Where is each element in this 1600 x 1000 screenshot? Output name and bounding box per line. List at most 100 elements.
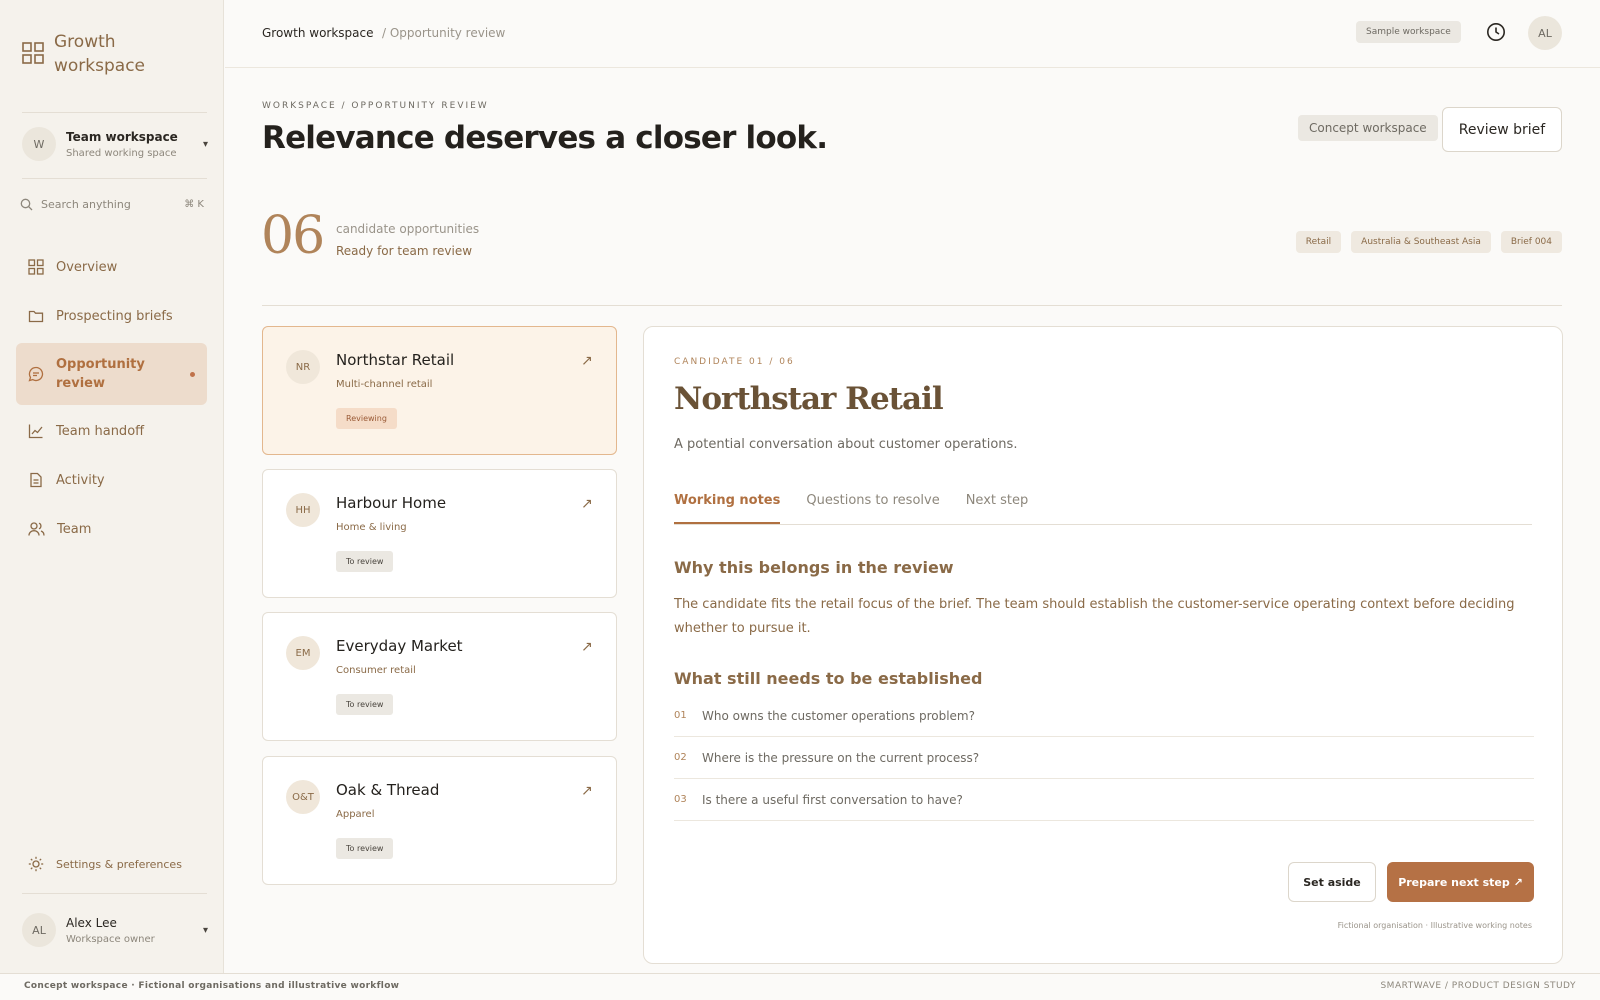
candidate-name: Everyday Market (336, 637, 463, 655)
open-arrow-icon[interactable]: ↗ (581, 639, 593, 655)
team-avatar: W (22, 127, 56, 161)
sun-icon (28, 856, 44, 872)
status-badge: To review (336, 838, 394, 859)
page-title: Relevance deserves a closer look. (262, 120, 828, 156)
set-aside-button[interactable]: Set aside (1288, 862, 1376, 902)
logo-title: Growth workspace (54, 32, 146, 76)
user-name: Alex Lee (66, 915, 117, 930)
sidebar-item-opportunity-review[interactable]: Opportunity review (16, 343, 207, 405)
filter-tags: Retail Australia & Southeast Asia Brief … (1295, 231, 1562, 253)
page-eyebrow: WORKSPACE / OPPORTUNITY REVIEW (262, 101, 489, 111)
candidate-index: CANDIDATE 01 / 06 (674, 357, 795, 367)
chevron-down-icon: ▾ (202, 138, 208, 150)
tab-questions-to-resolve[interactable]: Questions to resolve (806, 485, 939, 524)
candidate-avatar: O&T (286, 780, 320, 814)
candidate-sector: Home & living (336, 522, 407, 533)
review-brief-button[interactable]: Review brief (1442, 107, 1562, 152)
candidate-count: 06 (261, 206, 325, 266)
candidate-detail-subtitle: A potential conversation about customer … (674, 437, 1018, 452)
candidate-card[interactable]: NR Northstar Retail Multi-channel retail… (262, 326, 617, 455)
question-text: Is there a useful first conversation to … (702, 792, 963, 807)
breadcrumb-current: / Opportunity review (382, 26, 506, 40)
candidate-name: Harbour Home (336, 494, 447, 512)
candidate-card[interactable]: EM Everyday Market Consumer retail To re… (262, 612, 617, 741)
question-number: 02 (674, 752, 687, 763)
candidate-name: Northstar Retail (336, 351, 455, 369)
top-bar: Growth workspace / Opportunity review Sa… (225, 0, 1600, 68)
sidebar-item-overview[interactable]: Overview (16, 247, 207, 287)
candidate-sector: Multi-channel retail (336, 379, 433, 390)
grid-logo-icon (22, 42, 44, 64)
search-input[interactable]: Search anything ⌘ K (20, 198, 204, 211)
candidate-card[interactable]: HH Harbour Home Home & living To review … (262, 469, 617, 598)
sidebar-item-team-handoff[interactable]: Team handoff (16, 411, 207, 451)
question-number: 03 (674, 794, 687, 805)
team-title: Team workspace (66, 129, 178, 144)
sidebar-item-label: Team (57, 521, 92, 537)
tab-next-step[interactable]: Next step (966, 485, 1029, 524)
chevron-down-icon: ▾ (202, 924, 208, 936)
top-user-avatar[interactable]: AL (1528, 16, 1562, 50)
candidate-avatar: NR (286, 350, 320, 384)
candidate-avatar: HH (286, 493, 320, 527)
candidate-count-label: candidate opportunities (336, 222, 480, 236)
settings-label: Settings & preferences (56, 857, 182, 871)
divider (22, 112, 207, 113)
search-placeholder: Search anything (41, 198, 131, 211)
detail-tabs: Working notes Questions to resolve Next … (674, 485, 1532, 525)
fine-print: Fictional organisation · Illustrative wo… (1337, 921, 1532, 930)
team-switcher[interactable]: W Team workspace Shared working space ▾ (22, 127, 208, 161)
status-badge: Reviewing (336, 408, 397, 429)
logo[interactable]: Growth workspace (22, 30, 164, 78)
sidebar: Growth workspace W Team workspace Shared… (0, 0, 224, 973)
clock-icon[interactable] (1486, 22, 1506, 42)
user-role: Workspace owner (66, 933, 155, 945)
footer-note: Concept workspace · Fictional organisati… (24, 981, 400, 991)
sidebar-item-label: Team handoff (56, 423, 145, 439)
chart-icon (28, 424, 43, 439)
status-badge: To review (336, 551, 394, 572)
question-number: 01 (674, 710, 687, 721)
divider (262, 305, 1562, 306)
candidate-name: Oak & Thread (336, 781, 440, 799)
divider (22, 893, 207, 894)
sidebar-item-label: Opportunity review (56, 357, 145, 391)
tag-brief[interactable]: Brief 004 (1500, 231, 1562, 253)
open-arrow-icon[interactable]: ↗ (581, 496, 593, 512)
candidate-avatar: EM (286, 636, 320, 670)
why-heading: Why this belongs in the review (674, 558, 954, 577)
candidate-sector: Apparel (336, 809, 375, 820)
sidebar-item-team[interactable]: Team (16, 509, 207, 549)
sidebar-item-label: Prospecting briefs (56, 308, 173, 324)
tab-working-notes[interactable]: Working notes (674, 485, 781, 524)
footer: Concept workspace · Fictional organisati… (0, 973, 1600, 1000)
candidate-card[interactable]: O&T Oak & Thread Apparel To review ↗ (262, 756, 617, 885)
footer-credit: SMARTWAVE / PRODUCT DESIGN STUDY (1380, 981, 1576, 991)
settings-link[interactable]: Settings & preferences (28, 856, 182, 872)
open-arrow-icon[interactable]: ↗ (581, 353, 593, 369)
sidebar-item-label: Activity (56, 472, 105, 488)
search-shortcut: ⌘ K (184, 199, 204, 210)
what-heading: What still needs to be established (674, 669, 983, 688)
question-text: Who owns the customer operations problem… (702, 708, 975, 723)
user-menu[interactable]: AL Alex Lee Workspace owner ▾ (22, 913, 208, 947)
candidate-detail-panel: CANDIDATE 01 / 06 Northstar Retail A pot… (643, 326, 1563, 964)
folder-icon (28, 310, 44, 323)
review-status: Ready for team review (336, 244, 473, 258)
sidebar-item-prospecting-briefs[interactable]: Prospecting briefs (16, 296, 207, 336)
tag-sector[interactable]: Retail (1295, 231, 1342, 253)
question-text: Where is the pressure on the current pro… (702, 750, 980, 765)
candidate-detail-title: Northstar Retail (674, 381, 944, 417)
list-item: 02 Where is the pressure on the current … (674, 737, 1534, 779)
prepare-next-step-button[interactable]: Prepare next step ↗ (1387, 862, 1534, 902)
search-icon (20, 198, 33, 211)
active-indicator (190, 371, 195, 377)
sidebar-item-activity[interactable]: Activity (16, 460, 207, 500)
chat-icon (28, 366, 44, 382)
sidebar-item-label: Overview (56, 259, 118, 275)
breadcrumb-root[interactable]: Growth workspace (262, 26, 374, 40)
tag-region[interactable]: Australia & Southeast Asia (1351, 231, 1491, 253)
list-item: 03 Is there a useful first conversation … (674, 779, 1534, 821)
open-arrow-icon[interactable]: ↗ (581, 783, 593, 799)
team-subtitle: Shared working space (66, 147, 177, 159)
